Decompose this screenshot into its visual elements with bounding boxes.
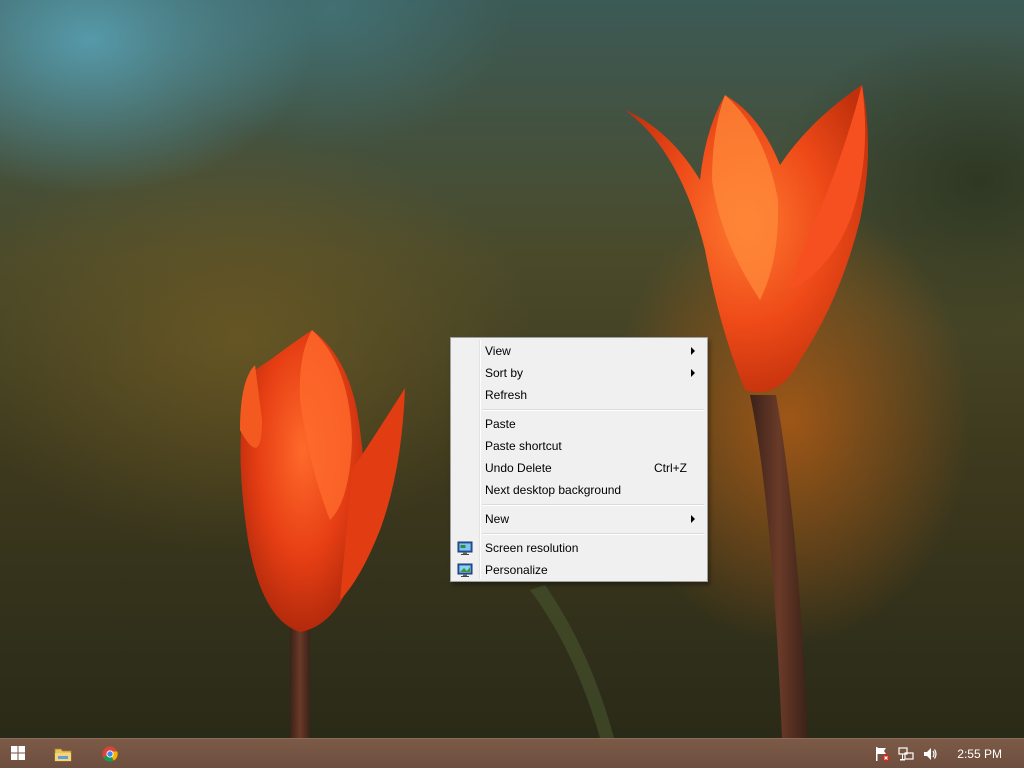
menu-item-label: Refresh <box>485 388 528 402</box>
chrome-icon <box>102 746 118 762</box>
chrome-button[interactable] <box>90 739 130 769</box>
menu-item-refresh[interactable]: Refresh <box>453 384 705 406</box>
taskbar: 2:55 PM <box>0 738 1024 768</box>
submenu-arrow-icon <box>691 347 695 355</box>
menu-item-undo-delete[interactable]: Undo Delete Ctrl+Z <box>453 457 705 479</box>
menu-item-label: View <box>485 344 511 358</box>
menu-separator <box>482 533 704 535</box>
menu-item-sort-by[interactable]: Sort by <box>453 362 705 384</box>
menu-item-label: Next desktop background <box>485 483 622 497</box>
menu-item-view[interactable]: View <box>453 340 705 362</box>
windows-logo-icon <box>11 746 25 760</box>
screen-resolution-icon <box>457 541 473 555</box>
folder-icon <box>54 748 72 762</box>
volume-icon[interactable] <box>922 746 938 762</box>
submenu-arrow-icon <box>691 369 695 377</box>
menu-item-paste[interactable]: Paste <box>453 413 705 435</box>
menu-item-label: Paste <box>485 417 516 431</box>
action-center-flag-icon[interactable] <box>874 746 890 762</box>
menu-separator <box>482 409 704 411</box>
file-explorer-button[interactable] <box>44 739 84 769</box>
personalize-icon <box>457 563 473 577</box>
menu-item-shortcut: Ctrl+Z <box>654 461 687 475</box>
menu-item-label: Undo Delete <box>485 461 552 475</box>
menu-item-label: Paste shortcut <box>485 439 562 453</box>
menu-item-next-desktop-background[interactable]: Next desktop background <box>453 479 705 501</box>
menu-item-label: New <box>485 512 510 526</box>
menu-item-label: Screen resolution <box>485 541 579 555</box>
desktop-context-menu: View Sort by Refresh Paste Paste shortcu… <box>450 337 708 582</box>
menu-item-screen-resolution[interactable]: Screen resolution <box>453 537 705 559</box>
menu-item-label: Sort by <box>485 366 524 380</box>
menu-item-label: Personalize <box>485 563 548 577</box>
start-button[interactable] <box>0 739 36 769</box>
menu-item-paste-shortcut[interactable]: Paste shortcut <box>453 435 705 457</box>
menu-separator <box>482 504 704 506</box>
taskbar-clock[interactable]: 2:55 PM <box>957 747 1002 761</box>
submenu-arrow-icon <box>691 515 695 523</box>
menu-item-new[interactable]: New <box>453 508 705 530</box>
menu-item-personalize[interactable]: Personalize <box>453 559 705 581</box>
network-icon[interactable] <box>898 746 914 762</box>
